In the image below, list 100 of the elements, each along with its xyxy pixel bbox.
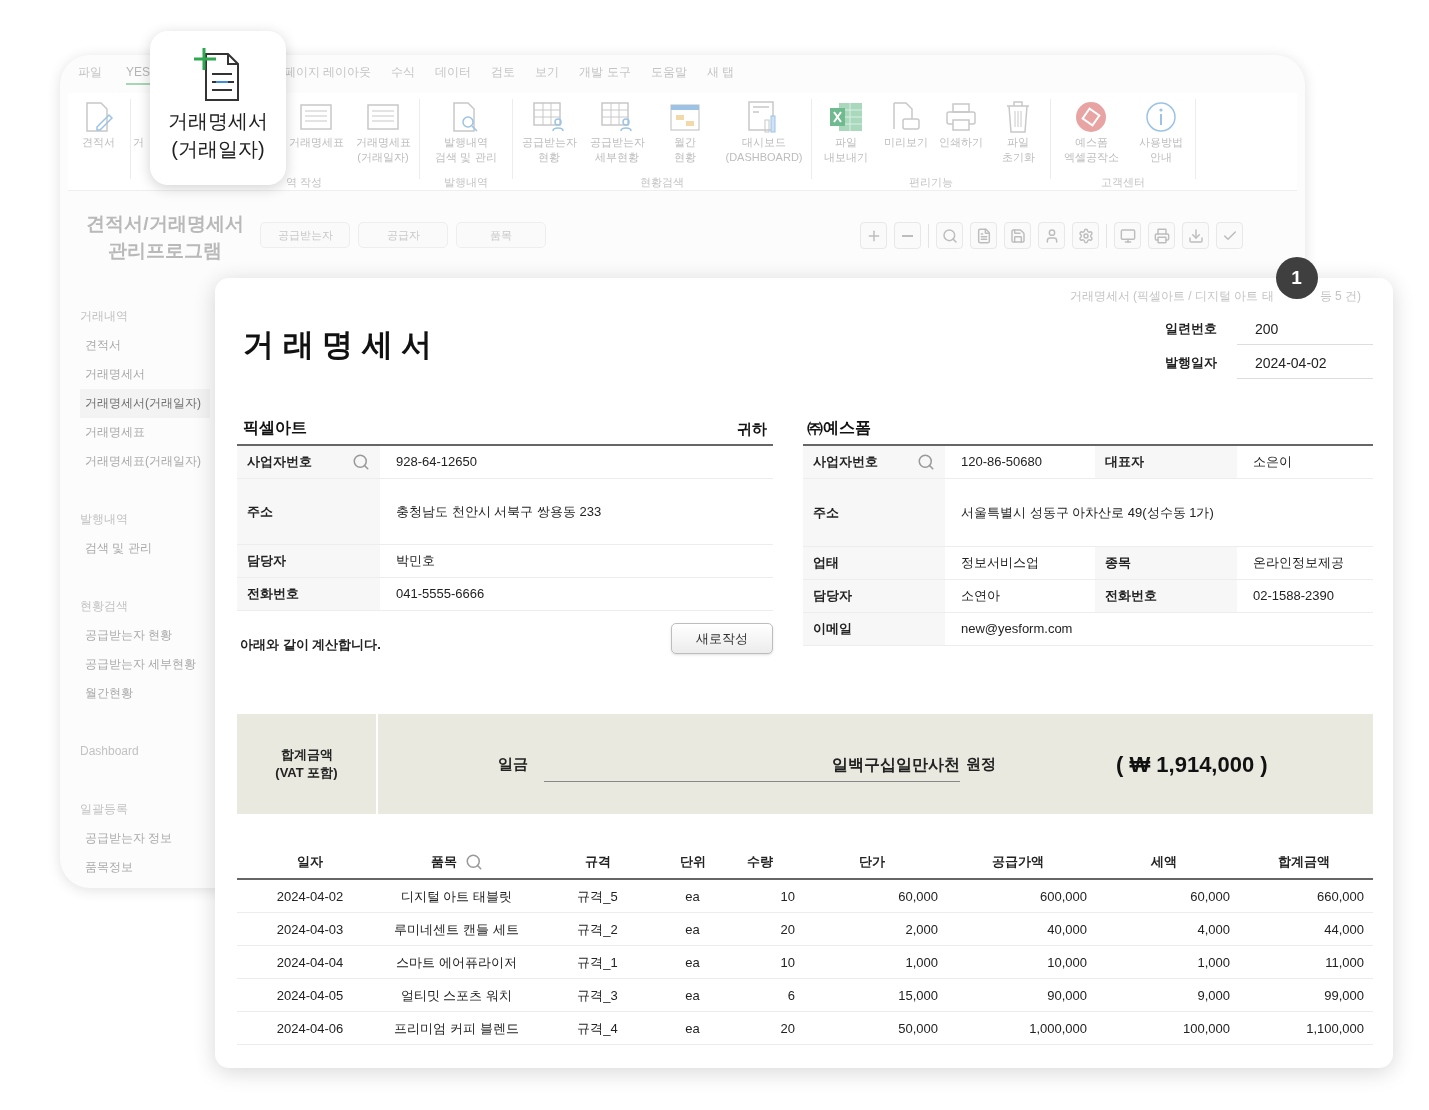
honorific: 귀하 xyxy=(737,418,767,439)
sidebar-item[interactable]: 거래명세표(거래일자) xyxy=(80,447,210,476)
column-header: 합계금액 xyxy=(1278,853,1330,872)
save-button[interactable] xyxy=(1004,222,1031,249)
remove-button[interactable] xyxy=(894,222,921,249)
field-value: 02-1588-2390 xyxy=(1253,587,1334,606)
document-button[interactable] xyxy=(970,222,997,249)
ribbon-button[interactable]: 대시보드 (DASHBOARD) xyxy=(719,93,809,172)
table-cell: 10 xyxy=(780,955,795,970)
table-cell: 99,000 xyxy=(1324,988,1364,1003)
table-cell: 10 xyxy=(780,889,795,904)
table-cell: 50,000 xyxy=(898,1021,938,1036)
search-icon[interactable] xyxy=(464,853,483,871)
ribbon-button[interactable]: 거 xyxy=(133,135,144,150)
sidebar-item[interactable]: 거래명세서(거래일자) xyxy=(80,389,210,418)
search-icon[interactable] xyxy=(917,453,935,471)
new-button[interactable]: 새로작성 xyxy=(671,622,773,654)
table-cell: ea xyxy=(685,922,700,937)
table-cell: 90,000 xyxy=(1047,988,1087,1003)
column-header: 단가 xyxy=(858,853,885,872)
table-cell: 규격_4 xyxy=(577,1021,618,1036)
check-button[interactable] xyxy=(1216,222,1243,249)
settings-icon xyxy=(1077,227,1094,244)
callout-label: 거래명세서 (거래일자) xyxy=(168,109,268,162)
field-value: 200 xyxy=(1237,313,1373,345)
table-cell: 4,000 xyxy=(1197,922,1230,937)
menu-tab[interactable]: 개발 도구 xyxy=(579,63,631,85)
download-button[interactable] xyxy=(1182,222,1209,249)
sidebar-item[interactable]: 거래명세표 xyxy=(80,418,210,447)
document-printer-icon xyxy=(891,101,921,133)
sidebar-item[interactable]: 공급받는자 정보 xyxy=(80,824,210,853)
field-value: 소은이 xyxy=(1253,453,1292,472)
column-header: 규격 xyxy=(584,853,611,872)
table-cell: 1,000 xyxy=(905,955,938,970)
user-button[interactable] xyxy=(1038,222,1065,249)
table-cell: 20 xyxy=(780,1021,795,1036)
settings-button[interactable] xyxy=(1072,222,1099,249)
step-badge: 1 xyxy=(1275,257,1318,299)
table-cell: 프리미엄 커피 블렌드 xyxy=(394,1021,519,1036)
sidebar-heading: Dashboard xyxy=(80,743,140,760)
field-value: new@yesform.com xyxy=(961,620,1073,639)
field-label: 전화번호 xyxy=(1105,587,1157,606)
field-value: 박민호 xyxy=(396,552,435,571)
print-button[interactable] xyxy=(1148,222,1175,249)
ribbon-button[interactable]: 인쇄하기 xyxy=(934,93,988,172)
table-cell: 44,000 xyxy=(1324,922,1364,937)
field-label: 일련번호 xyxy=(1165,320,1218,339)
ribbon-button[interactable]: 예스폼 엑셀공작소 xyxy=(1053,93,1129,172)
menu-tab[interactable]: 도움말 xyxy=(650,63,687,85)
sidebar-item[interactable]: 견적서 xyxy=(80,331,210,360)
sidebar-item[interactable]: 월간현황 xyxy=(80,679,210,708)
table-cell: 1,100,000 xyxy=(1306,1021,1364,1036)
field-label: 발행일자 xyxy=(1165,354,1218,373)
ribbon-button[interactable]: 파일 초기화 xyxy=(988,93,1048,172)
monitor-button[interactable] xyxy=(1114,222,1141,249)
ribbon-button[interactable]: 거래명세표 (거래일자) xyxy=(349,93,417,172)
field-label: 주소 xyxy=(247,502,273,521)
ribbon-button[interactable]: 공급받는자 세부현황 xyxy=(583,93,651,172)
table-cell: 60,000 xyxy=(898,889,938,904)
total-label: 합계금액 (VAT 포함) xyxy=(275,746,338,782)
field-label: 담당자 xyxy=(247,552,286,571)
ribbon-button[interactable]: 거래명세표 xyxy=(283,93,349,172)
table-cell: 2024-04-05 xyxy=(276,988,344,1003)
table-cell: 2024-04-02 xyxy=(276,889,344,904)
recipient-name: 픽셀아트 xyxy=(243,418,307,438)
sidebar-item[interactable]: 공급받는자 현황 xyxy=(80,621,210,650)
field-label: 주소 xyxy=(813,503,839,522)
field-value: 충청남도 천안시 서북구 쌍용동 233 xyxy=(396,502,602,521)
ribbon-button[interactable]: 공급받는자 현황 xyxy=(515,93,583,172)
sidebar-item[interactable]: 거래명세서 xyxy=(80,360,210,389)
ribbon-button[interactable]: 사용방법 안내 xyxy=(1129,93,1193,172)
ribbon-button[interactable]: 견적서 xyxy=(68,93,128,190)
table-cell: 40,000 xyxy=(1047,922,1087,937)
table-cell: 규격_1 xyxy=(577,955,618,970)
table-cell: ea xyxy=(685,955,700,970)
sidebar-item[interactable]: 검색 및 관리 xyxy=(80,534,210,563)
stamp-icon xyxy=(1075,101,1107,133)
ribbon-button[interactable]: 월간 현황 xyxy=(651,93,719,172)
document-icon xyxy=(975,227,992,244)
ribbon-button[interactable]: 발행내역 검색 및 관리 xyxy=(422,93,510,172)
ribbon-button[interactable]: 파일 내보내기 xyxy=(814,93,878,172)
search-icon[interactable] xyxy=(352,452,370,471)
sidebar-item[interactable]: 품목정보 xyxy=(80,853,210,882)
sidebar-heading: 거래내역 xyxy=(80,308,129,325)
field-label: 업태 xyxy=(813,554,839,573)
ribbon-button[interactable]: 미리보기 xyxy=(878,93,934,172)
sidebar-item[interactable]: 공급받는자 세부현황 xyxy=(80,650,210,679)
app-title: 견적서/거래명세서 관리프로그램 xyxy=(85,212,245,263)
column-header: 공급가액 xyxy=(991,853,1044,872)
table-cell: 규격_5 xyxy=(577,889,618,904)
field-label: 종목 xyxy=(1105,554,1131,573)
search-button[interactable] xyxy=(936,222,963,249)
calendar-icon xyxy=(670,102,700,132)
total-amount: ( ₩ 1,914,000 ) xyxy=(1116,750,1268,779)
column-header: 일자 xyxy=(297,853,323,872)
add-button[interactable] xyxy=(860,222,887,249)
table-cell: 디지털 아트 태블릿 xyxy=(400,889,513,904)
column-header: 세액 xyxy=(1150,853,1177,872)
field-label: 담당자 xyxy=(813,587,852,606)
table-cell: 루미네센트 캔들 세트 xyxy=(394,922,519,937)
